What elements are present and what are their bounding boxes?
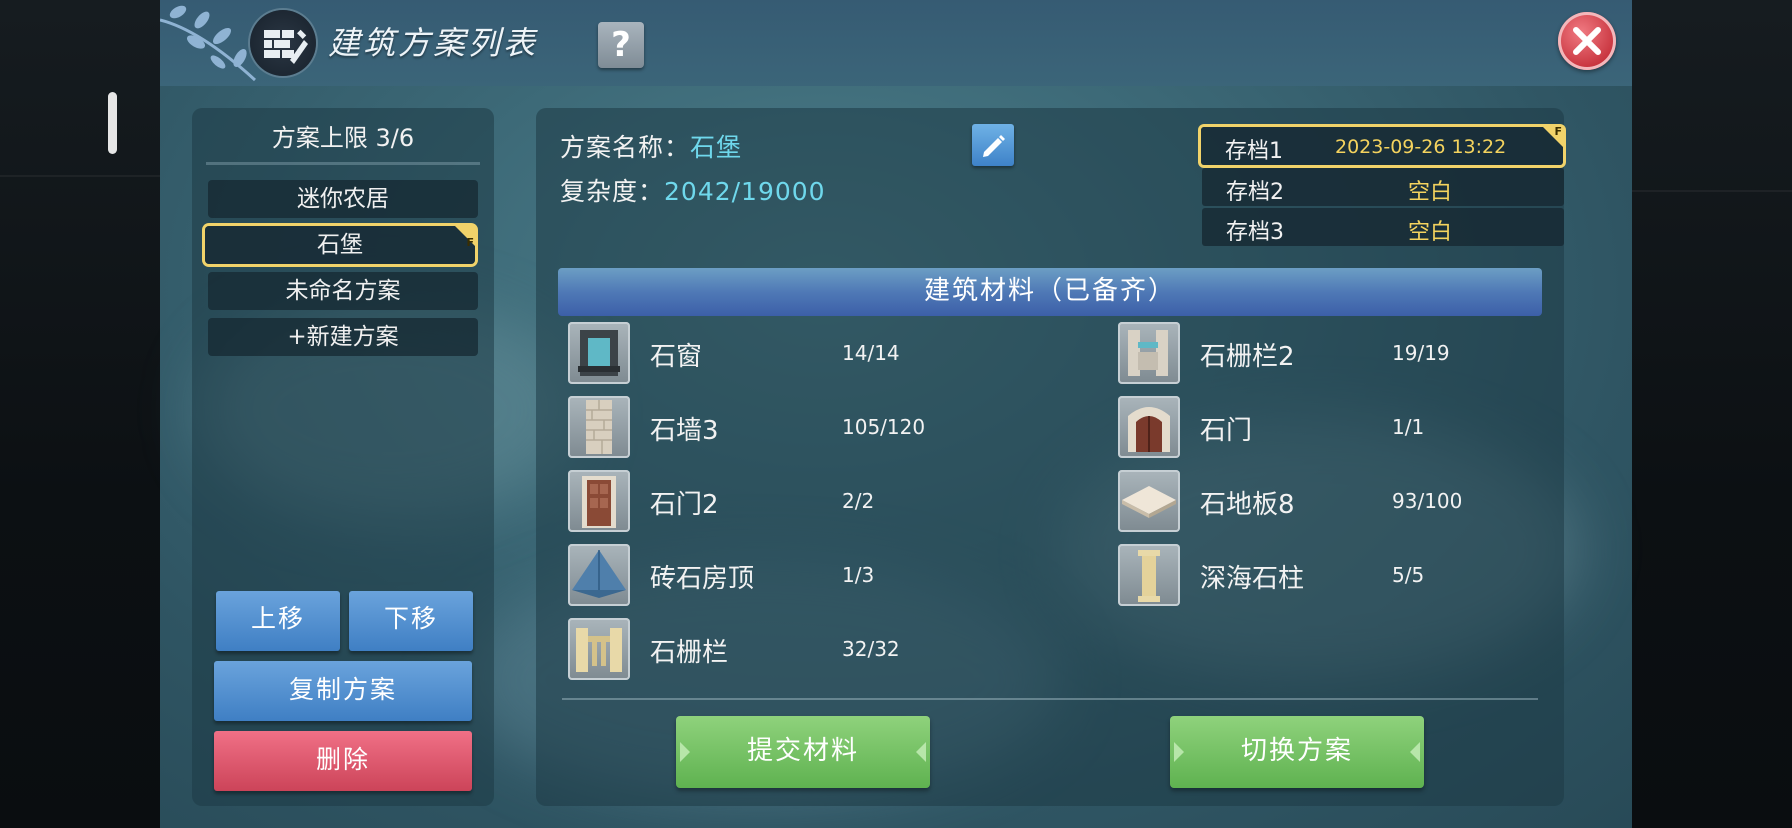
material-count: 2/2: [842, 489, 875, 513]
chevron-right-icon: [916, 742, 926, 762]
material-item: 砖石房顶 1/3: [568, 544, 1008, 608]
material-count: 93/100: [1392, 489, 1463, 513]
plan-item-label: 迷你农居: [297, 186, 389, 212]
close-icon: [1573, 27, 1601, 55]
save-slot-date: 2023-09-26 13:22: [1335, 136, 1507, 158]
save-slot-selected[interactable]: 存档1 2023-09-26 13:22 F: [1201, 125, 1563, 165]
switch-plan-label: 切换方案: [1240, 736, 1353, 766]
material-name: 石门: [1200, 416, 1253, 446]
plan-list-panel: 方案上限 3/6 迷你农居 石堡 F 未命名方案 +新建方案 上移 下移 复制方…: [192, 108, 494, 806]
submit-materials-button[interactable]: 提交材料: [676, 716, 930, 788]
plan-item[interactable]: 迷你农居: [208, 180, 478, 218]
complexity-label: 复杂度：: [560, 177, 665, 206]
bg-line: [0, 175, 160, 177]
stone-floor8-icon: [1118, 470, 1180, 532]
favorite-tag: F: [455, 226, 475, 249]
help-button[interactable]: ?: [598, 22, 644, 68]
material-name: 深海石柱: [1200, 564, 1305, 594]
plan-item-label: +新建方案: [287, 324, 399, 350]
material-name: 石窗: [650, 342, 703, 372]
plan-name-label: 方案名称：: [560, 133, 691, 162]
title-bar: 建筑方案列表 ?: [160, 0, 1632, 86]
save-slot-value: 空白: [1408, 220, 1453, 245]
copy-plan-button[interactable]: 复制方案: [214, 661, 472, 721]
bg-line: [1632, 190, 1792, 192]
plan-item[interactable]: 未命名方案: [208, 272, 478, 310]
material-item: 石门2 2/2: [568, 470, 1008, 534]
stone-fence-icon: [568, 618, 630, 680]
chevron-right-icon: [1410, 742, 1420, 762]
material-count: 105/120: [842, 415, 926, 439]
building-plan-window: 建筑方案列表 ? 方案上限 3/6 迷你农居 石堡 F 未命名方案 +新建方案 …: [160, 0, 1632, 828]
save-slot-name: 存档3: [1226, 220, 1284, 245]
material-name: 石门2: [650, 490, 719, 520]
complexity-row: 复杂度：2042/19000: [560, 172, 826, 208]
stone-door-icon: [1118, 396, 1180, 458]
stone-window-icon: [568, 322, 630, 384]
material-item: 石地板8 93/100: [1118, 470, 1558, 534]
material-item: 石门 1/1: [1118, 396, 1558, 460]
save-slot[interactable]: 存档3 空白: [1202, 208, 1564, 246]
plan-name-row: 方案名称：石堡: [560, 128, 742, 164]
complexity-value: 2042/19000: [664, 177, 826, 206]
move-up-button[interactable]: 上移: [216, 591, 340, 651]
material-count: 14/14: [842, 341, 900, 365]
chevron-left-icon: [680, 742, 690, 762]
save-slot-name: 存档1: [1225, 139, 1283, 164]
material-item: 石墙3 105/120: [568, 396, 1008, 460]
save-slot-value: 空白: [1408, 180, 1453, 205]
material-item: 石窗 14/14: [568, 322, 1008, 386]
material-name: 砖石房顶: [650, 564, 755, 594]
material-name: 石地板8: [1200, 490, 1295, 520]
move-down-button[interactable]: 下移: [349, 591, 473, 651]
plan-name-value: 石堡: [690, 133, 743, 162]
delete-plan-button[interactable]: 删除: [214, 731, 472, 791]
material-count: 1/1: [1392, 415, 1425, 439]
material-item: 石栅栏 32/32: [568, 618, 1008, 682]
divider: [206, 162, 480, 165]
chevron-left-icon: [1174, 742, 1184, 762]
stone-fence2-icon: [1118, 322, 1180, 384]
save-slot[interactable]: 存档2 空白: [1202, 168, 1564, 206]
switch-plan-button[interactable]: 切换方案: [1170, 716, 1424, 788]
close-button[interactable]: [1558, 12, 1616, 70]
background-right: [1632, 0, 1792, 828]
save-slot-name: 存档2: [1226, 180, 1284, 205]
side-scroll-handle[interactable]: [108, 92, 117, 154]
submit-materials-label: 提交材料: [746, 736, 859, 766]
material-item: 石栅栏2 19/19: [1118, 322, 1558, 386]
pencil-icon: [983, 135, 1005, 157]
material-item: 深海石柱 5/5: [1118, 544, 1558, 608]
stone-door2-icon: [568, 470, 630, 532]
background-left: [0, 0, 160, 828]
plan-item-label: 未命名方案: [285, 278, 401, 304]
new-plan-button[interactable]: +新建方案: [208, 318, 478, 356]
brick-wall-icon: [250, 10, 316, 76]
plan-detail-panel: 方案名称：石堡 复杂度：2042/19000 存档1 2023-09-26 13…: [536, 108, 1564, 806]
material-count: 1/3: [842, 563, 875, 587]
plan-item-label: 石堡: [317, 232, 363, 258]
favorite-tag: F: [1543, 125, 1563, 147]
window-title: 建筑方案列表: [328, 24, 539, 62]
material-count: 32/32: [842, 637, 900, 661]
plan-item-selected[interactable]: 石堡 F: [205, 226, 475, 264]
deepsea-pillar-icon: [1118, 544, 1180, 606]
plan-limit-label: 方案上限 3/6: [271, 124, 415, 152]
material-name: 石栅栏2: [1200, 342, 1295, 372]
edit-name-button[interactable]: [972, 124, 1014, 166]
materials-header: 建筑材料（已备齐）: [558, 268, 1542, 316]
divider: [562, 698, 1538, 700]
brick-roof-icon: [568, 544, 630, 606]
material-name: 石墙3: [650, 416, 719, 446]
material-count: 19/19: [1392, 341, 1450, 365]
material-name: 石栅栏: [650, 638, 729, 668]
stone-wall3-icon: [568, 396, 630, 458]
material-count: 5/5: [1392, 563, 1425, 587]
